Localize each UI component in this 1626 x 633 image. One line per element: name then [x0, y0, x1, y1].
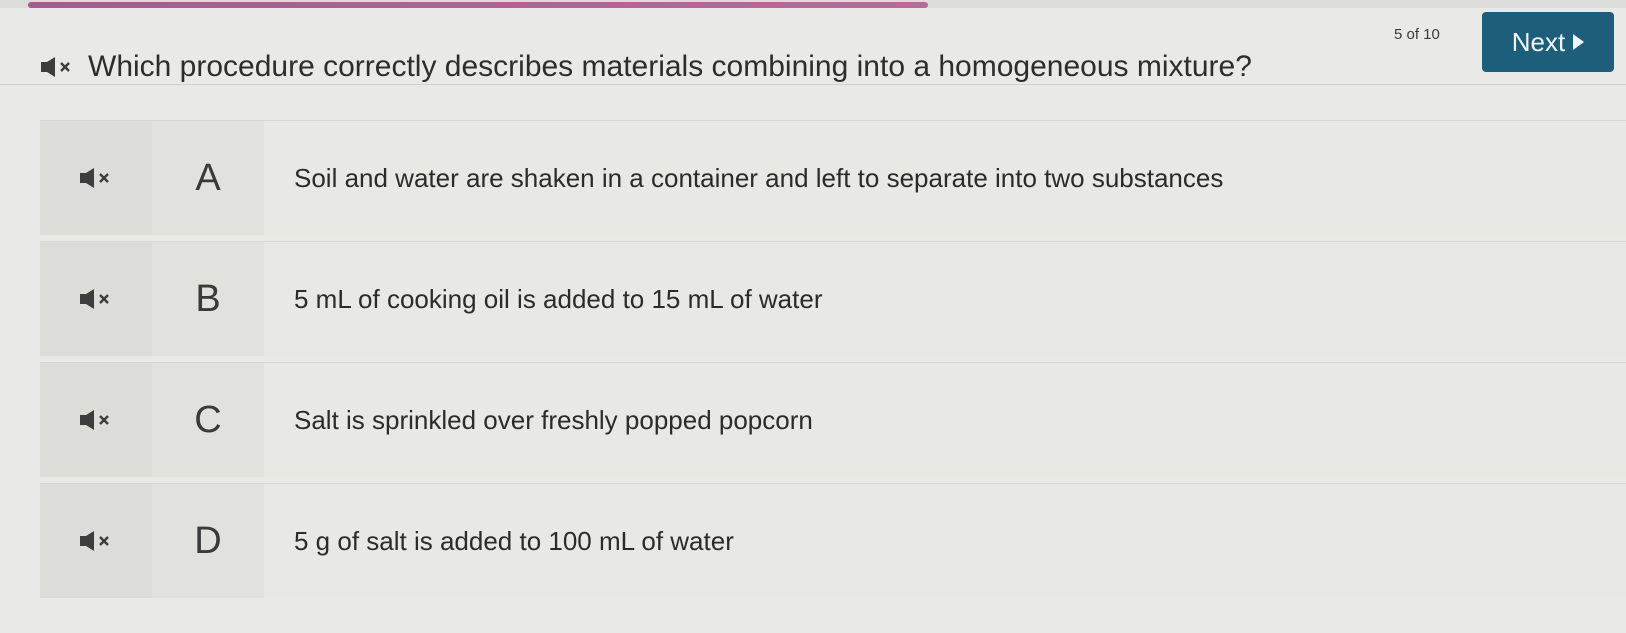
option-letter: D — [152, 484, 264, 598]
option-text: 5 g of salt is added to 100 mL of water — [264, 484, 1626, 598]
speaker-icon[interactable] — [79, 530, 113, 552]
next-button-label: Next — [1511, 26, 1566, 57]
question-prompt: Which procedure correctly describes mate… — [40, 50, 1252, 84]
speaker-icon[interactable] — [40, 56, 74, 78]
option-text: 5 mL of cooking oil is added to 15 mL of… — [264, 242, 1626, 356]
answer-option-d[interactable]: D 5 g of salt is added to 100 mL of wate… — [40, 483, 1626, 598]
header-divider — [0, 84, 1626, 85]
answer-option-c[interactable]: C Salt is sprinkled over freshly popped … — [40, 362, 1626, 477]
speaker-icon[interactable] — [79, 409, 113, 431]
speaker-icon[interactable] — [79, 167, 113, 189]
answer-option-a[interactable]: A Soil and water are shaken in a contain… — [40, 120, 1626, 235]
progress-bar — [0, 0, 1626, 8]
next-button[interactable]: Next — [1482, 12, 1614, 72]
progress-bar-fill — [28, 2, 928, 8]
option-text: Salt is sprinkled over freshly popped po… — [264, 363, 1626, 477]
question-counter: 5 of 10 — [1394, 26, 1440, 43]
option-letter: A — [152, 121, 264, 235]
play-arrow-icon — [1573, 34, 1585, 50]
option-text: Soil and water are shaken in a container… — [264, 121, 1626, 235]
answer-options: A Soil and water are shaken in a contain… — [40, 120, 1626, 604]
answer-option-b[interactable]: B 5 mL of cooking oil is added to 15 mL … — [40, 241, 1626, 356]
question-text: Which procedure correctly describes mate… — [88, 50, 1252, 83]
speaker-icon[interactable] — [79, 288, 113, 310]
option-letter: B — [152, 242, 264, 356]
option-letter: C — [152, 363, 264, 477]
